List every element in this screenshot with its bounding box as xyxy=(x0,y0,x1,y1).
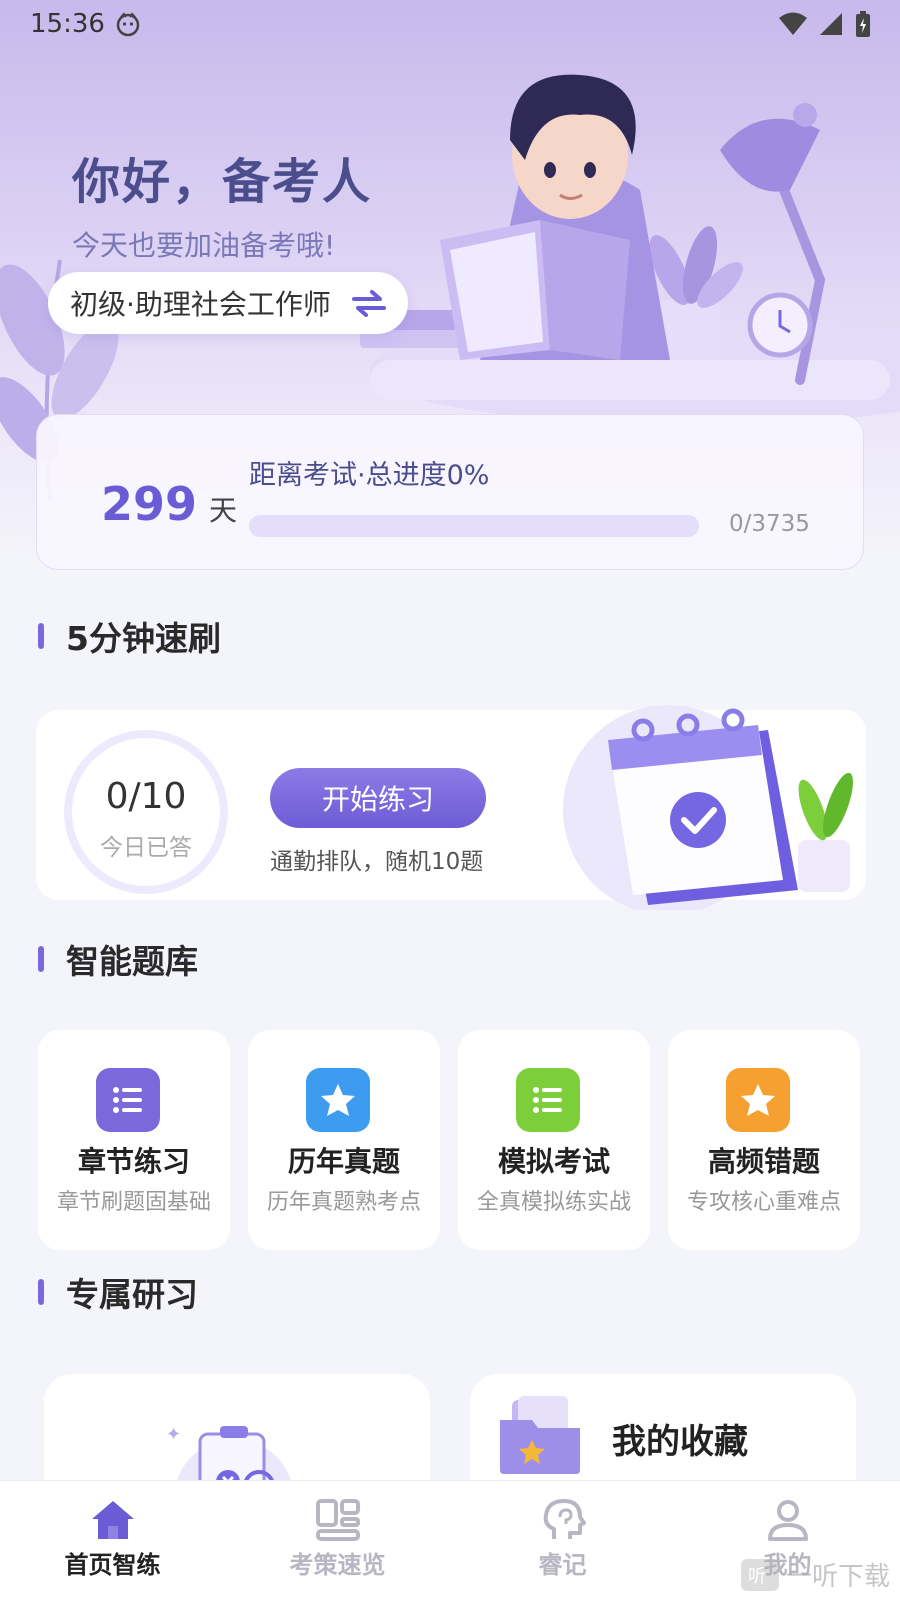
greeting-subtitle: 今天也要加油备考哦! xyxy=(72,229,336,262)
progress-bar xyxy=(249,515,699,537)
watermark-logo-icon: 听 xyxy=(741,1558,779,1591)
quick-practice-description: 通勤排队，随机10题 xyxy=(270,849,484,875)
tab-strategy[interactable]: 考策速览 xyxy=(225,1481,450,1600)
section-title-quick-practice: 5分钟速刷 xyxy=(38,612,221,660)
user-icon xyxy=(767,1500,808,1541)
list-icon xyxy=(96,1068,160,1132)
bank-item-mock-exam[interactable]: 模拟考试 全真模拟练实战 xyxy=(458,1030,650,1250)
bank-item-name: 章节练习 xyxy=(77,1145,190,1178)
home-icon xyxy=(91,1501,134,1539)
switch-arrows-icon xyxy=(352,290,386,317)
section-title-text: 5分钟速刷 xyxy=(66,619,221,658)
bank-item-name: 历年真题 xyxy=(287,1145,400,1178)
bank-item-past-exams[interactable]: 历年真题 历年真题熟考点 xyxy=(248,1030,440,1250)
status-bar: 15:36 xyxy=(0,0,900,48)
tab-label: 首页智练 xyxy=(64,1551,161,1579)
section-marker xyxy=(38,623,44,649)
favorites-folder-icon xyxy=(500,1396,580,1474)
section-title-exclusive-study: 专属研习 xyxy=(38,1268,198,1316)
exam-selector-button[interactable]: 初级·助理社会工作师 xyxy=(48,272,408,334)
greeting: 你好，备考人 今天也要加油备考哦! xyxy=(72,142,372,264)
svg-text:听: 听 xyxy=(748,1566,766,1587)
bank-item-name: 高频错题 xyxy=(707,1145,820,1178)
watermark: 听 一听下载 xyxy=(740,1556,890,1593)
bank-item-desc: 历年真题熟考点 xyxy=(266,1190,421,1215)
bank-item-chapter-practice[interactable]: 章节练习 章节刷题固基础 xyxy=(38,1030,230,1250)
bank-item-desc: 全真模拟练实战 xyxy=(476,1190,631,1215)
section-title-question-bank: 智能题库 xyxy=(38,935,198,983)
days-unit: 天 xyxy=(209,494,238,527)
favorites-label: 我的收藏 xyxy=(612,1422,748,1462)
start-practice-button[interactable]: 开始练习 xyxy=(270,768,486,828)
bank-item-desc: 章节刷题固基础 xyxy=(56,1190,211,1215)
progress-label: 距离考试·总进度0% xyxy=(249,460,490,491)
watermark-text: 一听下载 xyxy=(786,1562,891,1592)
quick-practice-card: 0/10 今日已答 开始练习 通勤排队，随机10题 xyxy=(36,705,866,910)
bank-item-desc: 专攻核心重难点 xyxy=(686,1190,841,1215)
battery-icon xyxy=(856,11,870,37)
list-icon xyxy=(516,1068,580,1132)
star-icon xyxy=(726,1068,790,1132)
question-bank-grid: 章节练习 章节刷题固基础 历年真题 历年真题熟考点 模拟考试 全真模拟练实战 高… xyxy=(38,1030,864,1250)
status-time: 15:36 xyxy=(30,9,105,39)
notification-icon xyxy=(116,12,140,37)
greeting-title: 你好，备考人 xyxy=(72,154,373,210)
answered-label: 今日已答 xyxy=(100,835,192,861)
section-marker xyxy=(38,1279,44,1305)
section-title-text: 智能题库 xyxy=(66,942,198,981)
progress-count: 0/3735 xyxy=(729,511,810,537)
grid-icon xyxy=(315,1499,360,1541)
tab-home[interactable]: 首页智练 xyxy=(0,1481,225,1600)
daily-progress-ring: 0/10 今日已答 xyxy=(64,730,228,894)
brain-icon xyxy=(543,1499,586,1539)
answered-count: 0/10 xyxy=(105,776,187,817)
wifi-icon xyxy=(779,12,807,35)
star-icon xyxy=(306,1068,370,1132)
svg-text:✦: ✦ xyxy=(166,1424,181,1445)
tab-label: 睿记 xyxy=(538,1551,587,1579)
tab-label: 考策速览 xyxy=(289,1551,386,1579)
days-number: 299 xyxy=(101,477,198,531)
exam-progress-card[interactable]: 299 天 距离考试·总进度0% 0/3735 xyxy=(36,414,864,570)
bank-item-frequent-mistakes[interactable]: 高频错题 专攻核心重难点 xyxy=(668,1030,860,1250)
bank-item-name: 模拟考试 xyxy=(497,1145,610,1178)
exam-selector-label: 初级·助理社会工作师 xyxy=(70,288,331,321)
days-remaining: 299 天 xyxy=(101,477,237,531)
signal-icon xyxy=(820,13,842,35)
section-marker xyxy=(38,946,44,972)
calendar-illustration xyxy=(563,705,853,910)
tab-memory[interactable]: 睿记 xyxy=(450,1481,675,1600)
section-title-text: 专属研习 xyxy=(66,1275,198,1314)
